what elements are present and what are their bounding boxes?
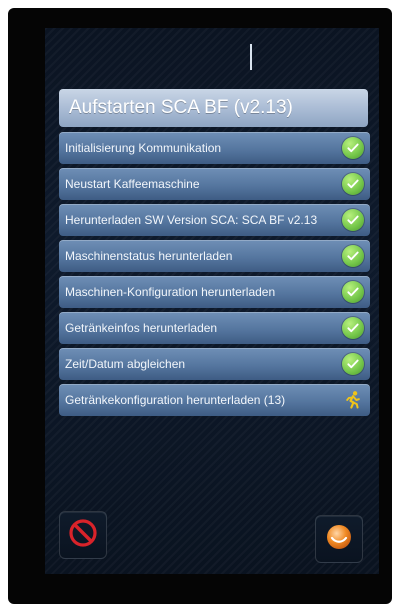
step-label: Maschinen-Konfiguration herunterladen [65,285,276,299]
step-label: Zeit/Datum abgleichen [65,357,186,371]
text-cursor [250,44,252,70]
check-circle-icon [342,281,364,303]
step-label: Getränkekonfiguration herunterladen (13) [65,393,286,407]
touchscreen: Aufstarten SCA BF (v2.13) Initialisierun… [45,28,379,574]
confirm-button[interactable] [315,515,363,563]
step-list: Initialisierung Kommunikation Neustart K… [59,132,370,420]
step-label: Getränkeinfos herunterladen [65,321,218,335]
step-row-zeit-datum: Zeit/Datum abgleichen [59,348,370,380]
step-row-getraenkekonfiguration: Getränkekonfiguration herunterladen (13) [59,384,370,416]
no-entry-icon [69,519,97,551]
step-label: Initialisierung Kommunikation [65,141,222,155]
step-label: Herunterladen SW Version SCA: SCA BF v2.… [65,213,318,227]
check-circle-icon [342,137,364,159]
check-circle-icon [342,209,364,231]
step-row-maschinenstatus: Maschinenstatus herunterladen [59,240,370,272]
step-row-sw-version: Herunterladen SW Version SCA: SCA BF v2.… [59,204,370,236]
check-circle-icon [342,173,364,195]
step-label: Neustart Kaffeemaschine [65,177,200,191]
check-circle-icon [342,353,364,375]
step-row-initialisierung: Initialisierung Kommunikation [59,132,370,164]
orange-circle-icon [324,522,354,556]
check-circle-icon [342,317,364,339]
cancel-button[interactable] [59,511,107,559]
step-row-neustart: Neustart Kaffeemaschine [59,168,370,200]
step-label: Maschinenstatus herunterladen [65,249,233,263]
running-person-icon [342,389,364,411]
step-row-maschinen-konfiguration: Maschinen-Konfiguration herunterladen [59,276,370,308]
page-title: Aufstarten SCA BF (v2.13) [59,89,368,127]
step-row-getraenkeinfos: Getränkeinfos herunterladen [59,312,370,344]
check-circle-icon [342,245,364,267]
